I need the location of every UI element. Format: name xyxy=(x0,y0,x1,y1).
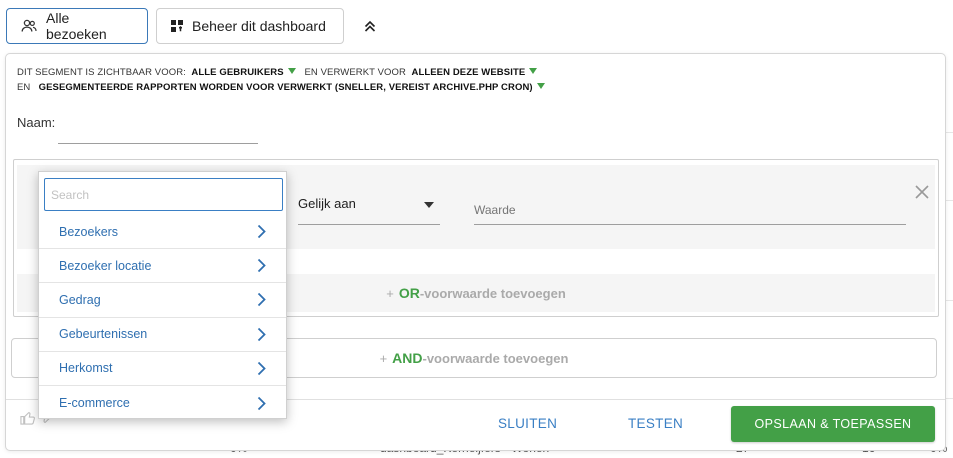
dimension-category-visitor-location[interactable]: Bezoeker locatie xyxy=(39,249,286,284)
category-label: Bezoekers xyxy=(59,224,119,239)
remove-condition-button[interactable] xyxy=(912,182,932,202)
segment-visibility-line: DIT SEGMENT IS ZICHTBAAR VOOR: ALLE GEBR… xyxy=(17,67,543,78)
plus-icon: + xyxy=(386,285,394,301)
test-button[interactable]: TESTEN xyxy=(628,416,683,431)
operator-select[interactable]: Gelijk aan xyxy=(298,185,440,225)
dimension-category-visitors[interactable]: Bezoekers xyxy=(39,215,286,250)
save-and-apply-button[interactable]: OPSLAAN & TOEPASSEN xyxy=(731,406,935,442)
processing-value[interactable]: GESEGMENTEERDE RAPPORTEN WORDEN VOOR VER… xyxy=(39,82,533,93)
and-suffix: -voorwaarde toevoegen xyxy=(422,350,569,366)
processed-value[interactable]: ALLEEN DEZE WEBSITE xyxy=(411,67,525,78)
category-label: Gebeurtenissen xyxy=(59,327,148,342)
close-icon xyxy=(915,185,929,199)
category-label: E-commerce xyxy=(59,396,130,411)
chevron-right-icon xyxy=(257,293,266,307)
thumbs-up-icon[interactable] xyxy=(20,410,35,425)
dimension-search-input[interactable] xyxy=(44,178,283,211)
dimension-category-ecommerce[interactable]: E-commerce xyxy=(39,386,286,420)
plus-icon: + xyxy=(379,350,388,366)
manage-dashboard-button[interactable]: Beheer dit dashboard xyxy=(156,8,344,44)
manage-dashboard-label: Beheer dit dashboard xyxy=(192,18,326,34)
visibility-dropdown-icon[interactable] xyxy=(287,68,296,74)
dimension-category-referrers[interactable]: Herkomst xyxy=(39,352,286,386)
or-suffix: -voorwaarde toevoegen xyxy=(419,285,566,301)
operator-value: Gelijk aan xyxy=(298,196,356,211)
name-label: Naam: xyxy=(17,115,56,130)
visibility-prefix: DIT SEGMENT IS ZICHTBAAR VOOR: xyxy=(17,67,186,78)
chevron-right-icon xyxy=(257,327,266,341)
processed-dropdown-icon[interactable] xyxy=(529,68,538,74)
dimension-category-behaviour[interactable]: Gedrag xyxy=(39,283,286,318)
visibility-value[interactable]: ALLE GEBRUIKERS xyxy=(191,67,283,78)
dashboard-grid-icon xyxy=(171,20,183,32)
processed-prefix: EN VERWERKT VOOR xyxy=(304,67,406,78)
dimension-category-events[interactable]: Gebeurtenissen xyxy=(39,318,286,352)
category-label: Herkomst xyxy=(59,361,113,376)
all-visits-button[interactable]: Alle bezoeken xyxy=(6,8,148,44)
processing-dropdown-icon[interactable] xyxy=(536,83,545,89)
collapse-button[interactable] xyxy=(358,14,382,38)
and-keyword: AND xyxy=(392,350,423,366)
chevron-right-icon xyxy=(257,396,266,410)
chevron-right-icon xyxy=(257,224,266,239)
or-keyword: OR xyxy=(398,285,420,301)
category-label: Bezoeker locatie xyxy=(59,258,152,273)
double-chevron-up-icon xyxy=(364,20,376,32)
caret-down-icon xyxy=(424,202,434,208)
users-icon xyxy=(21,19,37,33)
chevron-right-icon xyxy=(257,259,266,273)
segment-processing-line: EN GESEGMENTEERDE RAPPORTEN WORDEN VOOR … xyxy=(17,82,551,93)
chevron-right-icon xyxy=(257,361,266,375)
dimension-picker: Bezoekers Bezoeker locatie Gedrag Gebeur… xyxy=(38,171,287,419)
value-input[interactable] xyxy=(474,185,906,225)
close-button[interactable]: SLUITEN xyxy=(498,416,557,431)
all-visits-label: Alle bezoeken xyxy=(46,10,107,42)
processing-prefix: EN xyxy=(17,82,31,93)
dimension-category-list: Bezoekers Bezoeker locatie Gedrag Gebeur… xyxy=(39,215,286,420)
category-label: Gedrag xyxy=(59,292,101,307)
segment-name-input[interactable] xyxy=(58,126,258,144)
